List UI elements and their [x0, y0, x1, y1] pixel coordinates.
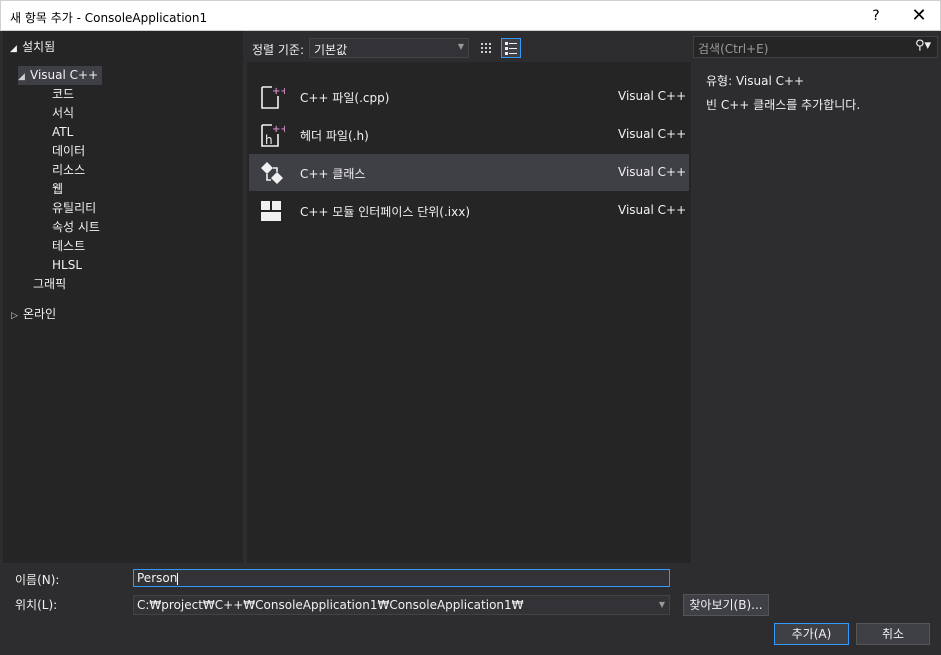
window-title: 새 항목 추가 - ConsoleApplication1 — [10, 11, 208, 25]
expand-icon: ▷ — [11, 311, 18, 321]
location-label: 위치(L): — [15, 598, 58, 612]
tree-node-test[interactable]: 테스트 — [52, 237, 85, 256]
svg-text:++: ++ — [272, 124, 285, 135]
sort-value: 기본값 — [314, 43, 348, 57]
location-value: C:₩project₩C++₩ConsoleApplication1₩Conso… — [137, 598, 524, 612]
template-row-cpp-file[interactable]: ++ C++ 파일(.cpp) Visual C++ — [249, 78, 689, 115]
template-language: Visual C++ — [618, 127, 687, 141]
tree-node-visual-cpp[interactable]: ◢ Visual C++ — [18, 66, 103, 85]
list-view-icon — [505, 42, 517, 55]
name-input[interactable]: Person — [133, 569, 670, 587]
tree-node-hlsl[interactable]: HLSL — [52, 256, 82, 275]
template-type: 유형: Visual C++ — [706, 72, 804, 89]
bottom-form: 이름(N): Person 위치(L): C:₩project₩C++₩Cons… — [0, 563, 941, 655]
type-label: 유형: — [706, 74, 733, 88]
category-tree: ◢ 설치됨 ◢ Visual C++ 코드 서식 ATL 데이터 리소스 웹 유틸리… — [3, 31, 243, 563]
svg-text:h: h — [265, 133, 273, 147]
installed-header[interactable]: ◢ 설치됨 — [10, 38, 55, 55]
help-button[interactable]: ? — [861, 4, 891, 28]
location-dropdown[interactable]: C:₩project₩C++₩ConsoleApplication1₩Conso… — [133, 595, 670, 615]
tree-node-web[interactable]: 웹 — [52, 180, 63, 199]
template-info-panel: 유형: Visual C++ 빈 C++ 클래스를 추가합니다. — [693, 62, 941, 563]
tree-node-code[interactable]: 코드 — [52, 85, 74, 104]
list-view-button[interactable] — [501, 38, 521, 58]
template-row-module-interface[interactable]: C++ 모듈 인터페이스 단위(.ixx) Visual C++ — [249, 192, 689, 229]
template-name: C++ 클래스 — [300, 167, 366, 181]
add-button[interactable]: 추가(A) — [774, 623, 849, 645]
search-box[interactable]: 검색(Ctrl+E) ⚲▾ — [693, 36, 938, 58]
template-language: Visual C++ — [618, 203, 687, 217]
chevron-down-icon: ▼ — [658, 600, 665, 609]
browse-button[interactable]: 찾아보기(B)... — [683, 594, 769, 616]
sort-label: 정렬 기준: — [252, 43, 305, 57]
template-row-header-file[interactable]: h ++ 헤더 파일(.h) Visual C++ — [249, 116, 689, 153]
collapse-icon: ◢ — [18, 72, 25, 82]
tree-node-label: Visual C++ — [30, 68, 99, 82]
installed-label: 설치됨 — [22, 40, 56, 54]
tree-node-data[interactable]: 데이터 — [52, 142, 85, 161]
add-new-item-dialog: ◢ 설치됨 ◢ Visual C++ 코드 서식 ATL 데이터 리소스 웹 유틸리… — [0, 31, 941, 655]
tree-node-online[interactable]: ▷ 온라인 — [11, 305, 56, 324]
tree-node-label: 온라인 — [23, 307, 57, 321]
template-name: 헤더 파일(.h) — [300, 129, 369, 143]
template-language: Visual C++ — [618, 89, 687, 103]
template-name: C++ 파일(.cpp) — [300, 91, 390, 105]
sort-toolbar: 정렬 기준: 기본값 ▼ — [247, 36, 691, 60]
tree-node-graphics[interactable]: 그래픽 — [33, 275, 66, 294]
grid-view-icon — [481, 43, 491, 53]
search-icon[interactable]: ⚲▾ — [915, 38, 931, 53]
chevron-down-icon: ▼ — [457, 42, 464, 51]
template-list: ++ C++ 파일(.cpp) Visual C++ h ++ 헤더 파일(.h… — [247, 62, 691, 563]
tree-node-atl[interactable]: ATL — [52, 123, 73, 142]
cpp-file-icon: ++ — [261, 86, 285, 109]
text-caret — [177, 572, 179, 585]
header-file-icon: h ++ — [261, 124, 285, 147]
name-label: 이름(N): — [15, 573, 60, 587]
sort-dropdown[interactable]: 기본값 ▼ — [309, 38, 469, 58]
template-description: 빈 C++ 클래스를 추가합니다. — [706, 98, 861, 112]
module-interface-icon — [261, 201, 281, 221]
collapse-icon: ◢ — [10, 44, 17, 54]
title-bar: 새 항목 추가 - ConsoleApplication1 ? ✕ — [0, 0, 941, 31]
tree-node-format[interactable]: 서식 — [52, 104, 74, 123]
tree-node-property-sheet[interactable]: 속성 시트 — [52, 218, 100, 237]
template-language: Visual C++ — [618, 165, 687, 179]
cancel-button[interactable]: 취소 — [856, 623, 930, 645]
type-value: Visual C++ — [735, 74, 805, 88]
cpp-class-icon — [261, 162, 283, 184]
search-placeholder: 검색(Ctrl+E) — [698, 42, 769, 56]
tree-node-resource[interactable]: 리소스 — [52, 161, 85, 180]
template-name: C++ 모듈 인터페이스 단위(.ixx) — [300, 205, 471, 219]
tree-node-utility[interactable]: 유틸리티 — [52, 199, 96, 218]
close-button[interactable]: ✕ — [904, 4, 934, 28]
template-row-cpp-class[interactable]: C++ 클래스 Visual C++ — [249, 154, 689, 191]
svg-text:++: ++ — [272, 86, 285, 97]
grid-view-button[interactable] — [476, 38, 496, 58]
name-value: Person — [137, 571, 178, 585]
